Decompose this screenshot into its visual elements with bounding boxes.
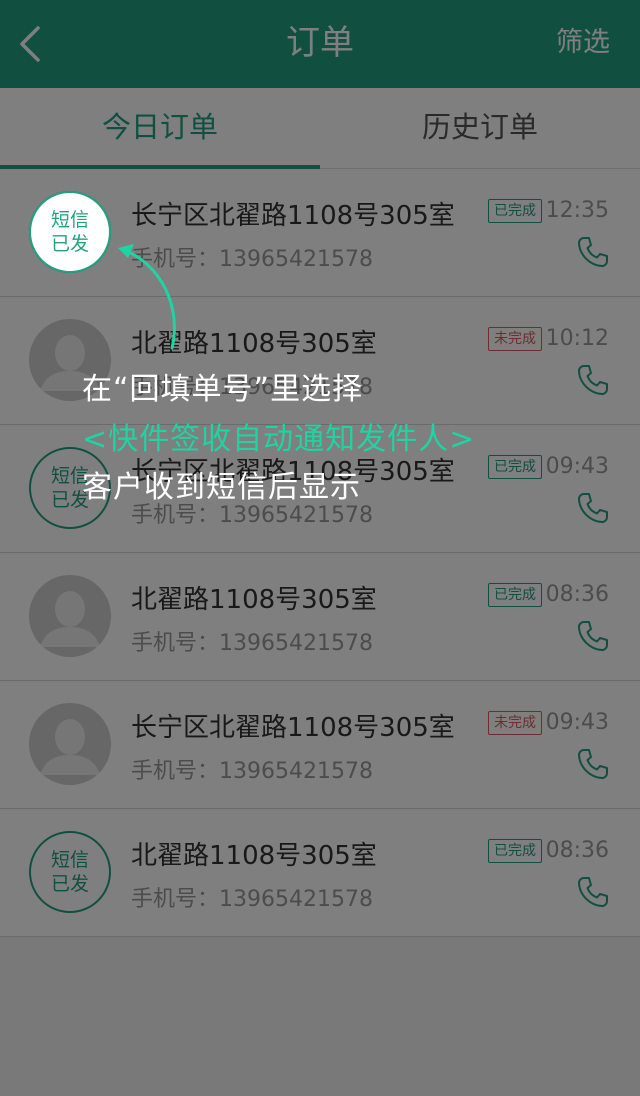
- guide-arrow-icon: [118, 244, 176, 350]
- guide-text-line1: 在“回填单号”里选择: [82, 372, 364, 407]
- app-screen: 订单 筛选 今日订单 历史订单 短信 已发 长宁区北翟路1108号305室 手机…: [0, 0, 640, 1096]
- guide-text-line2: <快件签收自动通知发件人>: [82, 422, 476, 457]
- guide-text-line3: 客户收到短信后显示: [82, 470, 361, 505]
- badge-line2: 已发: [50, 233, 89, 255]
- highlighted-sms-badge: 短信 已发: [29, 191, 111, 273]
- badge-line1: 短信: [50, 209, 89, 231]
- guide-overlay[interactable]: 短信 已发 在“回填单号”里选择 <快件签收自动通知发件人> 客户收到短信后显示: [0, 0, 640, 1096]
